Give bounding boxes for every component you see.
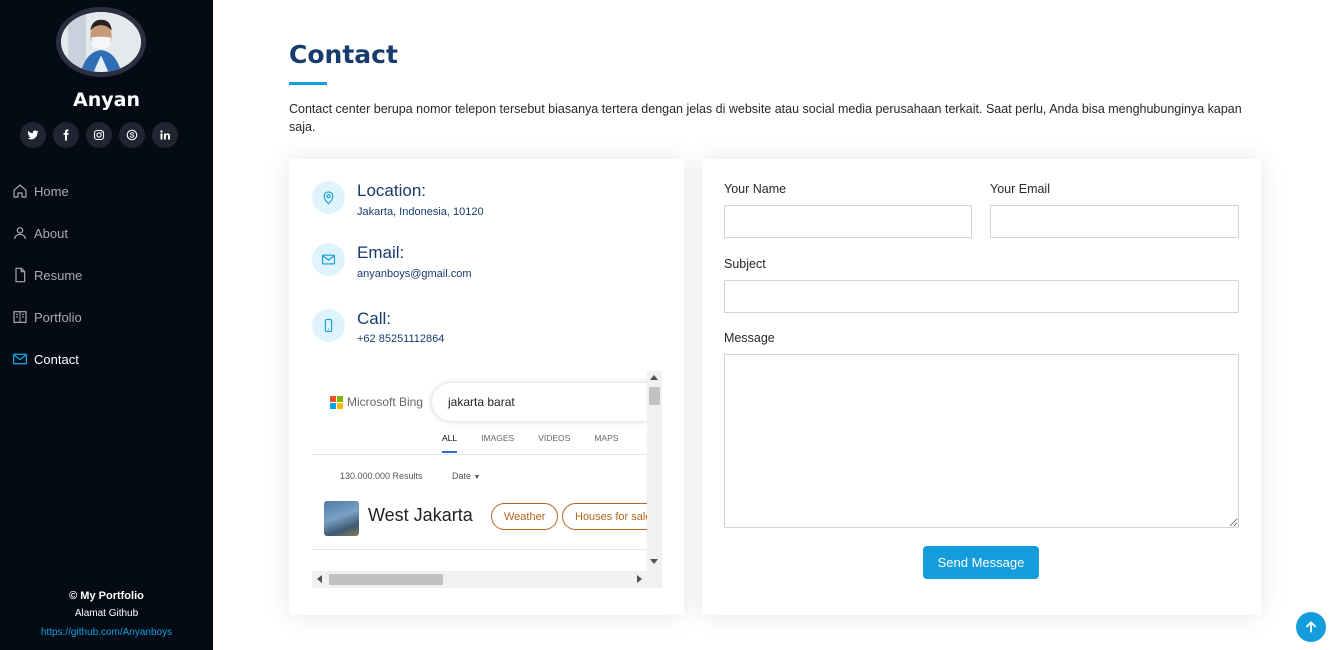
sidebar-footer: © My Portfolio Alamat Github https://git…	[0, 590, 213, 640]
phone-icon	[324, 319, 333, 332]
facebook-icon	[63, 129, 69, 141]
nav-item-contact[interactable]: Contact	[0, 338, 213, 380]
bing-tab-videos[interactable]: VIDEOS	[538, 433, 570, 453]
twitter-icon	[27, 130, 39, 140]
place-thumbnail	[324, 501, 359, 536]
facebook-link[interactable]	[53, 122, 79, 148]
name-label: Your Name	[724, 182, 787, 196]
instagram-link[interactable]	[86, 122, 112, 148]
page-title: Contact	[289, 40, 398, 69]
section-description: Contact center berupa nomor telepon ters…	[289, 102, 1242, 134]
scroll-left-icon[interactable]	[317, 575, 322, 583]
horizontal-scrollbar[interactable]	[312, 571, 662, 588]
nav-item-about[interactable]: About	[0, 212, 213, 254]
arrow-up-icon	[1306, 621, 1316, 633]
map-embed[interactable]: Microsoft Bing jakarta barat ALL IMAGES …	[312, 371, 662, 588]
copyright-symbol: ©	[69, 590, 78, 602]
title-underline	[289, 82, 327, 85]
subject-label: Subject	[724, 257, 766, 271]
bing-brand: Microsoft Bing	[347, 395, 424, 409]
email-label: Your Email	[990, 182, 1050, 196]
home-icon	[13, 184, 27, 198]
bing-tab-all[interactable]: ALL	[442, 433, 458, 453]
contact-form: Your Name Your Email Subject Message Sen…	[702, 159, 1261, 615]
envelope-icon	[322, 254, 335, 265]
avatar	[56, 7, 146, 77]
nav-label-portfolio: Portfolio	[34, 309, 82, 325]
map-pin-icon	[323, 191, 334, 205]
skype-link[interactable]	[119, 122, 145, 148]
bing-logo: Microsoft Bing	[330, 395, 423, 409]
bing-tabs: ALL IMAGES VIDEOS MAPS	[442, 433, 618, 453]
caret-down-icon: ▼	[473, 474, 481, 481]
scroll-right-icon[interactable]	[637, 575, 642, 583]
linkedin-icon	[160, 130, 170, 140]
main-nav: Home About Resume Portfolio Contact	[0, 170, 213, 380]
sidebar: Anyan Home About Resume Portfolio Contac…	[0, 0, 213, 650]
results-count: 130.000.000 Results	[340, 471, 423, 481]
nav-item-portfolio[interactable]: Portfolio	[0, 296, 213, 338]
divider	[312, 454, 647, 455]
bing-tab-images[interactable]: IMAGES	[481, 433, 514, 453]
email-input[interactable]	[990, 205, 1239, 238]
avatar-photo	[61, 12, 141, 72]
footer-copyright: © My Portfolio	[0, 590, 213, 602]
file-icon	[15, 267, 26, 283]
scroll-thumb[interactable]	[329, 574, 443, 585]
github-link[interactable]: https://github.com/Anyanboys	[41, 627, 172, 638]
divider	[312, 549, 647, 550]
email-value[interactable]: anyanboys@gmail.com	[357, 268, 472, 280]
scroll-thumb[interactable]	[649, 387, 660, 405]
envelope-icon	[13, 353, 27, 365]
email-icon-wrap	[312, 243, 345, 276]
phone-icon-wrap	[312, 309, 345, 342]
email-label: Email:	[357, 243, 405, 262]
call-label: Call:	[357, 309, 392, 328]
skype-icon	[126, 129, 138, 141]
location-label: Location:	[357, 181, 426, 200]
date-filter[interactable]: Date ▼	[452, 471, 480, 481]
bing-tab-maps[interactable]: MAPS	[594, 433, 618, 453]
vertical-scrollbar[interactable]	[647, 371, 662, 571]
instagram-icon	[93, 129, 105, 141]
nav-label-about: About	[34, 225, 68, 241]
name-input[interactable]	[724, 205, 972, 238]
date-filter-label: Date	[452, 471, 472, 481]
scroll-up-icon[interactable]	[650, 375, 658, 380]
location-value: Jakarta, Indonesia, 10120	[357, 206, 484, 218]
social-links	[20, 122, 178, 148]
footer-subtitle: Alamat Github	[74, 608, 139, 619]
profile-name: Anyan	[73, 89, 140, 111]
nav-label-home: Home	[34, 183, 69, 199]
place-name[interactable]: West Jakarta	[368, 505, 473, 526]
subject-input[interactable]	[724, 280, 1239, 313]
copyright-text: My Portfolio	[80, 590, 144, 602]
call-value[interactable]: +62 85251112864	[357, 333, 444, 345]
back-to-top-button[interactable]	[1296, 612, 1326, 642]
contact-info-card: Location: Jakarta, Indonesia, 10120 Emai…	[289, 159, 684, 615]
nav-item-resume[interactable]: Resume	[0, 254, 213, 296]
book-icon	[13, 311, 27, 323]
scroll-down-icon[interactable]	[650, 559, 658, 564]
nav-label-resume: Resume	[34, 267, 83, 283]
linkedin-link[interactable]	[152, 122, 178, 148]
bing-search-box[interactable]: jakarta barat	[432, 383, 662, 421]
chip-weather[interactable]: Weather	[491, 503, 559, 530]
twitter-link[interactable]	[20, 122, 46, 148]
microsoft-logo-icon	[330, 395, 343, 409]
nav-label-contact: Contact	[34, 351, 79, 367]
send-message-button[interactable]: Send Message	[923, 546, 1039, 579]
nav-item-home[interactable]: Home	[0, 170, 213, 212]
location-icon-wrap	[312, 181, 345, 214]
message-label: Message	[724, 331, 775, 345]
message-textarea[interactable]	[724, 354, 1239, 528]
person-icon	[14, 227, 26, 240]
